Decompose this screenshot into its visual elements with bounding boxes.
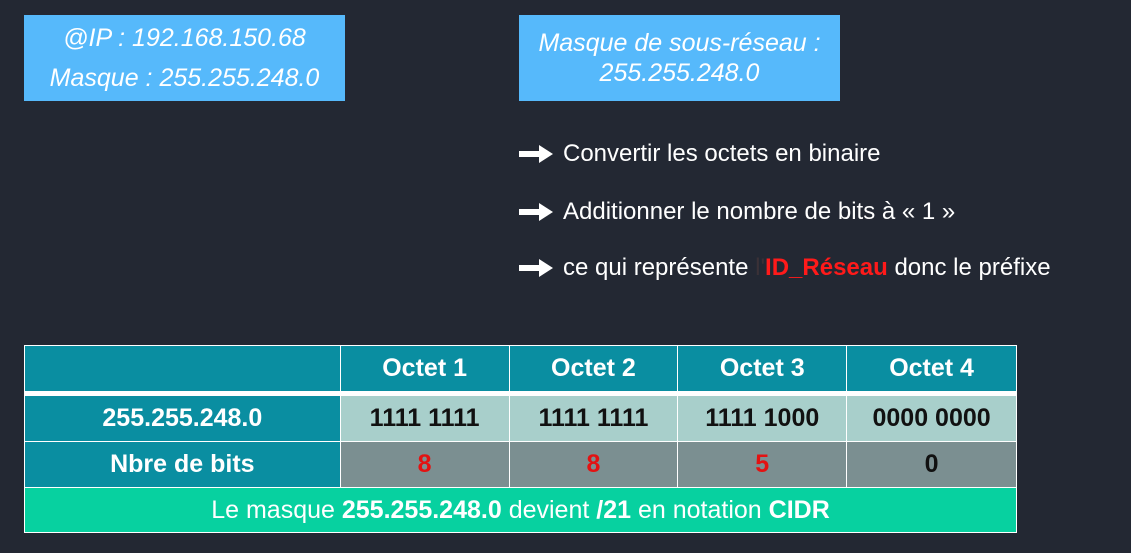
right-arrow-icon: [519, 259, 553, 277]
ip-address-text: @IP : 192.168.150.68: [63, 24, 306, 52]
step-text: Convertir les octets en binaire: [563, 140, 881, 167]
bit-count-cell: 8: [508, 441, 679, 488]
row-label: 255.255.248.0: [24, 391, 341, 442]
table-header-cell: Octet 2: [508, 345, 679, 394]
table-footer-row: Le masque 255.255.248.0 devient /21 en n…: [24, 487, 1017, 533]
right-arrow-icon: [519, 203, 553, 221]
subnet-mask-label: Masque de sous-réseau :: [538, 29, 821, 57]
summary-cidr: CIDR: [768, 495, 830, 524]
step-text-end: donc le préfixe: [887, 254, 1051, 281]
step-text: ce qui représente: [563, 254, 756, 281]
binary-cell: 1111 1111: [339, 391, 510, 442]
step-convert: Convertir les octets en binaire: [519, 140, 880, 168]
summary-prefix: /21: [596, 495, 632, 524]
bit-count-cell: 8: [339, 441, 510, 488]
subnet-mask-value: 255.255.248.0: [599, 59, 760, 87]
ip-info-box: @IP : 192.168.150.68 Masque : 255.255.24…: [24, 15, 345, 101]
row-label: Nbre de bits: [24, 441, 341, 488]
table-header-cell: Octet 3: [677, 345, 848, 394]
table-header-row: Octet 1 Octet 2 Octet 3 Octet 4: [24, 345, 1017, 394]
mask-conversion-table: Octet 1 Octet 2 Octet 3 Octet 4 255.255.…: [24, 345, 1017, 533]
right-arrow-icon: [519, 145, 553, 163]
ip-mask-text: Masque : 255.255.248.0: [49, 64, 320, 92]
summary-text: Le masque: [211, 495, 342, 524]
cidr-summary: Le masque 255.255.248.0 devient /21 en n…: [24, 487, 1017, 533]
network-id-highlight: ID_Réseau: [765, 254, 888, 281]
table-row-binary: 255.255.248.0 1111 1111 1111 1111 1111 1…: [24, 391, 1017, 442]
bit-count-cell: 0: [846, 441, 1017, 488]
table-header-cell: Octet 4: [846, 345, 1017, 394]
step-text-faint: l': [755, 254, 766, 281]
summary-mask: 255.255.248.0: [341, 495, 502, 524]
subnet-mask-box: Masque de sous-réseau : 255.255.248.0: [519, 15, 840, 101]
summary-text: en notation: [631, 495, 769, 524]
binary-cell: 1111 1000: [677, 391, 848, 442]
bit-count-cell: 5: [677, 441, 848, 488]
binary-cell: 0000 0000: [846, 391, 1017, 442]
step-add-bits: Additionner le nombre de bits à « 1 »: [519, 198, 955, 226]
summary-text: devient: [501, 495, 597, 524]
table-row-bit-count: Nbre de bits 8 8 5 0: [24, 441, 1017, 488]
table-header-cell: Octet 1: [339, 345, 510, 394]
table-header-cell: [24, 345, 341, 394]
step-network-id: ce qui représente l' ID_Réseau donc le pr…: [519, 254, 1051, 282]
binary-cell: 1111 1111: [508, 391, 679, 442]
step-text: Additionner le nombre de bits à « 1 »: [563, 198, 956, 225]
